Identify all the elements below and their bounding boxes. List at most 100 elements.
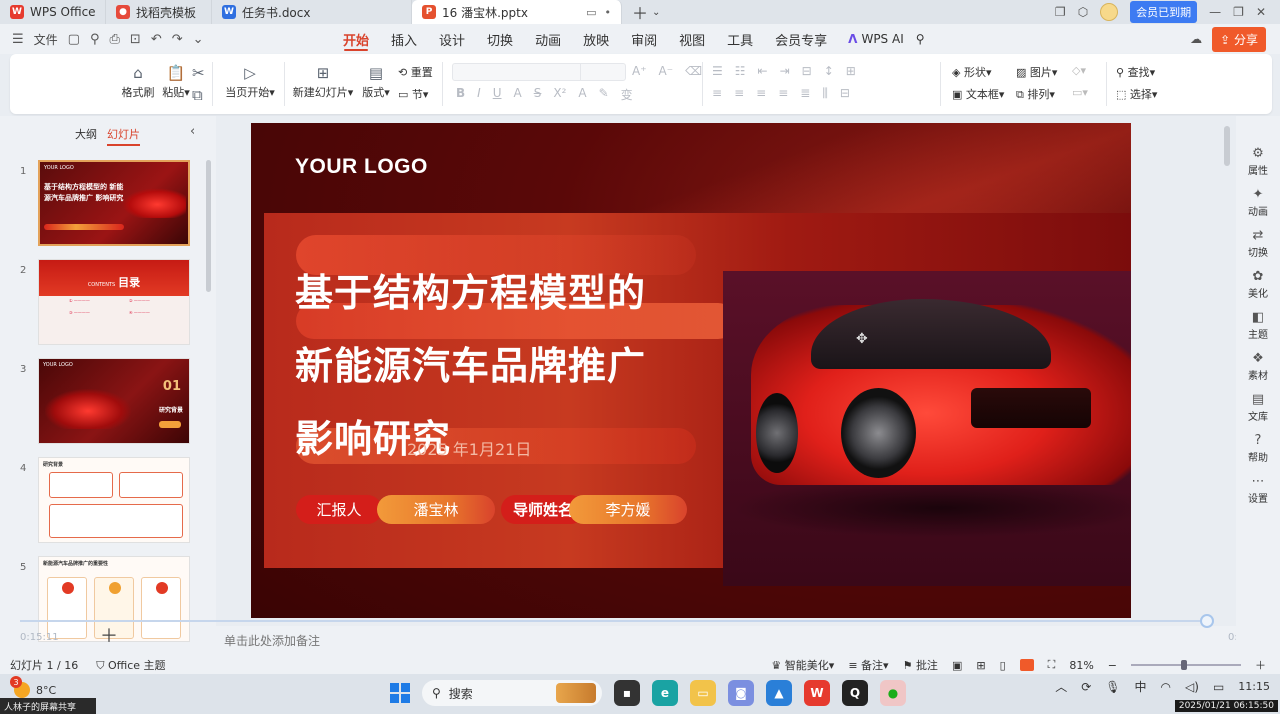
wechat-icon[interactable]: ●	[880, 680, 906, 706]
line-spacing-icon[interactable]: ↕	[824, 64, 834, 78]
wifi-icon[interactable]: ◠	[1161, 680, 1171, 694]
monitor-icon[interactable]: ▭	[586, 6, 596, 19]
outdent-icon[interactable]: ⇤	[758, 64, 768, 78]
microphone-icon[interactable]: 🎙	[1105, 680, 1120, 694]
print-icon[interactable]: ⎙	[110, 32, 120, 47]
share-button[interactable]: ⇪ 分享	[1212, 26, 1266, 52]
new-tab-button[interactable]: ＋ ⌄	[622, 0, 670, 24]
member-button[interactable]: 会员已到期	[1130, 1, 1198, 23]
slide-thumbnail-1[interactable]: 1 YOUR LOGO 基于结构方程模型的 新能源汽车品牌推广 影响研究	[0, 160, 200, 248]
avatar[interactable]	[1100, 3, 1119, 21]
menu-tab[interactable]: 会员专享	[764, 24, 838, 54]
advisor-name[interactable]: 李方媛	[569, 495, 687, 524]
menu-tab[interactable]: 视图	[668, 24, 716, 54]
slide-logo[interactable]: YOUR LOGO	[295, 155, 428, 179]
decrease-font-icon[interactable]: A⁻	[659, 64, 674, 78]
fit-window-icon[interactable]: ⛶	[1048, 658, 1056, 672]
section-button[interactable]: ▭ 节▾	[398, 86, 428, 102]
battery-icon[interactable]: ▭	[1213, 680, 1224, 694]
select-button[interactable]: ⬚ 选择▾	[1116, 86, 1157, 102]
indent-icon[interactable]: ⇥	[780, 64, 790, 78]
underline-icon[interactable]: U	[493, 86, 502, 103]
volume-icon[interactable]: ◁)	[1185, 680, 1199, 694]
outline-button[interactable]: ▭▾	[1072, 86, 1088, 99]
close-icon[interactable]: ✕	[1256, 5, 1266, 19]
search-icon[interactable]: ⚲	[916, 32, 925, 46]
sync-icon[interactable]: ⟳	[1081, 680, 1091, 694]
tab-wps-office[interactable]: W WPS Office	[0, 0, 106, 24]
share-link-icon[interactable]: ⚲	[90, 32, 100, 47]
menu-tab[interactable]: 插入	[380, 24, 428, 54]
minimize-icon[interactable]: —	[1209, 5, 1221, 19]
copy-button[interactable]: ⧉	[192, 86, 203, 106]
reset-button[interactable]: ⟲ 重置	[398, 64, 433, 80]
char-spacing-icon[interactable]: 变	[621, 86, 633, 103]
maximize-icon[interactable]: ❐	[1233, 5, 1244, 19]
tab-dot-icon[interactable]: •	[605, 6, 612, 19]
new-slide-button[interactable]: ⊞ 新建幻灯片▾	[292, 64, 354, 100]
edge-browser-icon[interactable]: e	[652, 680, 678, 706]
sidebar-item[interactable]: ✿ 美化	[1236, 269, 1280, 300]
cube-icon[interactable]: ⬡	[1078, 5, 1088, 19]
tray-expand-icon[interactable]: ︿	[1055, 678, 1067, 695]
slide-thumbnail-4[interactable]: 4 研究背景	[0, 457, 200, 545]
menu-tab[interactable]: 工具	[716, 24, 764, 54]
smart-art-icon[interactable]: ⊞	[846, 64, 856, 78]
text-direction-icon[interactable]: ⊟	[802, 64, 812, 78]
wps-taskbar-icon[interactable]: W	[804, 680, 830, 706]
menu-tab[interactable]: 放映	[572, 24, 620, 54]
clear-format-icon[interactable]: ⌫	[685, 64, 702, 78]
sidebar-item[interactable]: ⇄ 切换	[1236, 228, 1280, 259]
slide-thumbnail-3[interactable]: 3 YOUR LOGO 01 研究背景	[0, 358, 200, 446]
restore-window-icon[interactable]: ❐	[1055, 5, 1066, 19]
shape-button[interactable]: ◈ 形状▾	[952, 64, 992, 80]
zoom-in-icon[interactable]: ＋	[1255, 657, 1266, 673]
taskbar-search[interactable]: ⚲ 搜索	[422, 680, 602, 706]
zoom-slider-thumb[interactable]	[1181, 660, 1187, 670]
current-slide[interactable]: YOUR LOGO 基于结构方程模型的 新能源汽车品牌推广 影响研究 2025 …	[251, 123, 1131, 618]
picture-button[interactable]: ▨ 图片▾	[1016, 64, 1057, 80]
hamburger-icon[interactable]: ☰	[12, 32, 24, 47]
font-size-select[interactable]	[580, 63, 626, 81]
zoom-level[interactable]: 81%	[1069, 659, 1093, 672]
notes-toggle-button[interactable]: ≡ 备注▾	[848, 657, 888, 673]
sidebar-item[interactable]: ❖ 素材	[1236, 351, 1280, 382]
paste-button[interactable]: 📋 粘贴▾	[156, 64, 196, 100]
more-chevron-icon[interactable]: ⌄	[193, 32, 204, 47]
layout-button[interactable]: ▤ 版式▾	[360, 64, 392, 100]
align-right-icon[interactable]: ≡	[756, 86, 766, 101]
italic-icon[interactable]: I	[477, 86, 481, 103]
tab-ppt-file[interactable]: P 16 潘宝林.pptx ▭ •	[412, 0, 622, 24]
sidebar-item[interactable]: ▤ 文库	[1236, 392, 1280, 423]
align-center-icon[interactable]: ≡	[734, 86, 744, 101]
slide-thumbnail-2[interactable]: 2 CONTENTS 目录 ① ———— ② ———— ③ ———— ④ ————	[0, 259, 200, 347]
justify-icon[interactable]: ≡	[778, 86, 788, 101]
smart-beautify-button[interactable]: ♛ 智能美化▾	[771, 657, 834, 673]
sidebar-item[interactable]: ✦ 动画	[1236, 187, 1280, 218]
reading-view-icon[interactable]: ▯	[1000, 659, 1006, 672]
collapse-panel-icon[interactable]: ‹	[190, 124, 195, 139]
superscript-icon[interactable]: X²	[553, 86, 566, 103]
align-left-icon[interactable]: ≡	[712, 86, 722, 101]
slideshow-play-icon[interactable]	[1019, 659, 1034, 671]
video-progress-bar[interactable]	[20, 614, 1214, 628]
theme-indicator[interactable]: ⛉ Office 主题	[96, 657, 165, 673]
save-icon[interactable]: ▢	[68, 32, 80, 47]
chat-app-icon[interactable]: ◙	[728, 680, 754, 706]
qq-icon[interactable]: Q	[842, 680, 868, 706]
bullet-list-icon[interactable]: ☰	[712, 64, 723, 78]
format-painter-button[interactable]: ⌂ 格式刷	[116, 64, 160, 100]
cloud-upload-icon[interactable]: ☁	[1190, 32, 1202, 46]
cut-button[interactable]: ✂	[192, 64, 205, 84]
textbox-button[interactable]: ▣ 文本框▾	[952, 86, 1004, 102]
shadow-icon[interactable]: A	[514, 86, 522, 103]
chevron-down-icon[interactable]: ⌄	[652, 7, 660, 18]
photos-app-icon[interactable]: ▲	[766, 680, 792, 706]
task-view-icon[interactable]: ▪	[614, 680, 640, 706]
play-from-current-button[interactable]: ▷ 当页开始▾	[222, 64, 278, 100]
highlight-icon[interactable]: ✎	[599, 86, 609, 103]
menu-tab[interactable]: 审阅	[620, 24, 668, 54]
file-explorer-icon[interactable]: ▭	[690, 680, 716, 706]
sidebar-item[interactable]: ◧ 主题	[1236, 310, 1280, 341]
fill-button[interactable]: ◇▾	[1072, 64, 1086, 77]
